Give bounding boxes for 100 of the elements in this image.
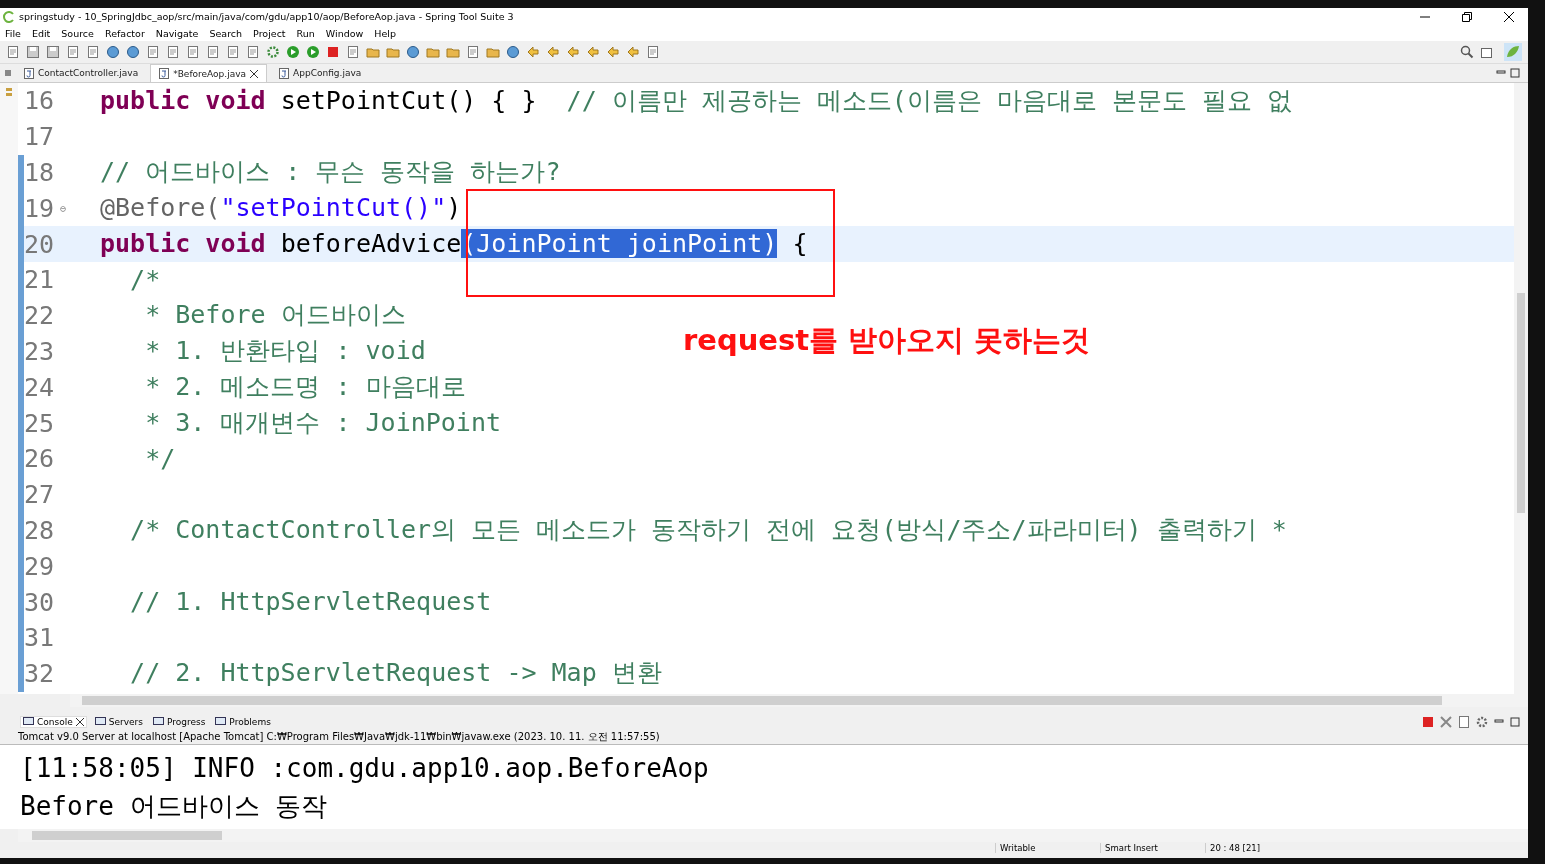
arrow-icon[interactable] xyxy=(526,45,540,59)
document-icon[interactable] xyxy=(226,45,240,59)
stop-icon[interactable] xyxy=(326,45,340,59)
fold-toggle[interactable]: ⊖ xyxy=(60,202,67,214)
view-icon xyxy=(94,716,106,727)
document-icon[interactable] xyxy=(186,45,200,59)
folder-icon[interactable] xyxy=(386,45,400,59)
close-icon[interactable] xyxy=(75,717,84,726)
line-number: 16 xyxy=(24,86,56,116)
line-number: 25 xyxy=(24,408,56,438)
folder-icon[interactable] xyxy=(426,45,440,59)
close-icon[interactable] xyxy=(250,69,259,78)
view-tab[interactable]: Problems xyxy=(213,716,273,727)
java-file-icon xyxy=(159,68,170,79)
code-line: * 2. 메소드명 : 마음대로 xyxy=(144,371,466,403)
menu-item[interactable]: Search xyxy=(209,27,243,39)
arrow-icon[interactable] xyxy=(546,45,560,59)
code-line: // 2. HttpServletRequest -> Map 변환 xyxy=(129,657,662,690)
stop-icon[interactable] xyxy=(1422,715,1434,728)
code-line: // 1. HttpServletRequest xyxy=(129,585,492,618)
outline-icon xyxy=(5,87,13,97)
document-icon[interactable] xyxy=(466,45,480,59)
menu-item[interactable]: Help xyxy=(374,27,396,39)
arrow-icon[interactable] xyxy=(606,45,620,59)
arrow-icon[interactable] xyxy=(586,45,600,59)
menu-item[interactable]: Window xyxy=(325,27,364,39)
line-number: 21 xyxy=(24,265,56,295)
console-output-line: Before 어드바이스 동작 xyxy=(20,790,329,823)
maximize-icon[interactable] xyxy=(1510,68,1520,78)
code-line: * 1. 반환타입 : void xyxy=(144,335,426,368)
line-number: 22 xyxy=(24,301,56,331)
maximize-icon[interactable] xyxy=(1510,716,1520,727)
line-number: 32 xyxy=(24,659,56,689)
line-number: 19 xyxy=(24,193,56,223)
java-file-icon xyxy=(24,67,34,79)
line-number: 26 xyxy=(24,444,56,474)
view-tab[interactable]: Servers xyxy=(92,716,145,727)
menu-item[interactable]: Refactor xyxy=(104,27,145,39)
arrow-icon[interactable] xyxy=(626,45,640,59)
code-line: // 어드바이스 : 무슨 동작을 하는가? xyxy=(100,156,561,189)
menu-item[interactable]: Source xyxy=(61,27,94,39)
line-number: 29 xyxy=(24,551,56,581)
save-icon[interactable] xyxy=(26,45,40,59)
run-icon[interactable] xyxy=(306,45,320,59)
annotation-text: request를 받아오지 못하는것 xyxy=(683,322,1091,359)
menu-item[interactable]: Edit xyxy=(31,27,51,39)
document-icon[interactable] xyxy=(246,45,260,59)
document-icon[interactable] xyxy=(206,45,220,59)
folder-icon[interactable] xyxy=(366,45,380,59)
view-icon xyxy=(23,716,34,727)
code-line: */ xyxy=(144,442,176,475)
document-icon[interactable] xyxy=(1458,715,1470,728)
document-icon[interactable] xyxy=(146,45,160,59)
editor-tab[interactable]: AppConfig.java xyxy=(271,64,370,82)
folder-icon[interactable] xyxy=(486,45,500,59)
line-number: 23 xyxy=(24,336,56,366)
view-icon xyxy=(215,716,227,727)
remove-icon[interactable] xyxy=(1440,715,1452,728)
gear-icon[interactable] xyxy=(266,45,280,59)
line-number: 24 xyxy=(24,372,56,402)
line-number: 28 xyxy=(24,515,56,545)
window-title: springstudy - 10_SpringJdbc_aop/src/main/java/com/gdu/app10/aop/BeforeAop.java - Spring Tool Suite 3 xyxy=(19,11,514,22)
line-number: 17 xyxy=(24,122,56,152)
document-icon[interactable] xyxy=(66,45,80,59)
folder-icon[interactable] xyxy=(446,45,460,59)
menu-item[interactable]: Run xyxy=(296,27,315,39)
view-menu-icon[interactable] xyxy=(4,69,12,77)
menu-item[interactable]: Project xyxy=(253,27,286,39)
gear-icon[interactable] xyxy=(1476,715,1488,728)
editor-tab[interactable]: *BeforeAop.java xyxy=(150,64,268,82)
status-field: Writable xyxy=(995,843,1100,853)
document-icon[interactable] xyxy=(166,45,180,59)
editor-tab[interactable]: ContactController.java xyxy=(16,64,147,82)
console-output-line: [11:58:05] INFO :com.gdu.app10.aop.BeforeAop xyxy=(20,753,710,785)
menu-item[interactable]: File xyxy=(5,27,21,39)
search-icon[interactable] xyxy=(1460,45,1474,59)
view-tab[interactable]: Console xyxy=(20,715,87,728)
restore-icon[interactable] xyxy=(1462,11,1472,22)
code-line: * Before 어드바이스 xyxy=(144,299,406,332)
document-icon[interactable] xyxy=(86,45,100,59)
arrow-icon[interactable] xyxy=(566,45,580,59)
line-number: 30 xyxy=(24,587,56,617)
run-icon[interactable] xyxy=(286,45,300,59)
java-file-icon xyxy=(279,67,290,79)
line-number: 20 xyxy=(24,229,56,259)
document-icon[interactable] xyxy=(346,45,360,59)
app-logo-icon xyxy=(3,10,15,23)
document-icon[interactable] xyxy=(646,45,660,59)
line-number: 18 xyxy=(24,158,56,187)
perspective-icon[interactable] xyxy=(1480,45,1494,59)
close-icon[interactable] xyxy=(1504,11,1514,22)
save-icon[interactable] xyxy=(46,45,60,59)
line-number: 27 xyxy=(24,480,56,510)
code-line: @Before("setPointCut()") xyxy=(100,192,462,225)
view-icon xyxy=(152,716,164,727)
view-tab[interactable]: Progress xyxy=(150,716,208,727)
status-field: Smart Insert xyxy=(1100,843,1205,853)
vertical-scrollbar[interactable] xyxy=(1514,83,1528,694)
menu-item[interactable]: Navigate xyxy=(155,27,199,39)
document-icon[interactable] xyxy=(6,45,20,59)
